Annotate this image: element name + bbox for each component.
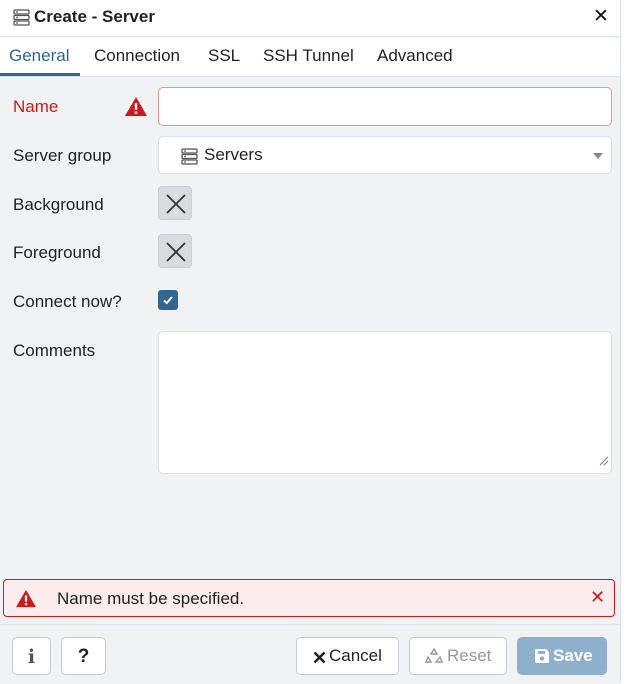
create-server-dialog: Create - Server ✕ General Connection SSL… [0,0,620,684]
info-icon: i [27,646,36,668]
recycle-icon [424,647,444,670]
tab-general[interactable]: General [9,46,69,66]
save-label: Save [553,646,593,665]
check-icon [163,296,173,305]
warning-icon [15,589,37,613]
active-tab-indicator [0,73,80,76]
foreground-color-picker[interactable] [158,234,192,268]
no-color-x-icon [166,194,186,214]
background-label: Background [13,195,104,214]
tab-connection[interactable]: Connection [94,46,180,66]
floppy-disk-icon [534,648,550,669]
error-banner: Name must be specified. ✕ [3,579,615,617]
server-group-label: Server group [13,146,112,165]
foreground-label: Foreground [13,243,101,262]
connect-now-checkbox[interactable] [158,290,178,310]
question-icon: ? [77,646,90,667]
chevron-down-icon[interactable] [593,153,603,159]
close-icon [313,649,326,669]
background-color-picker[interactable] [158,186,192,220]
tab-ssl[interactable]: SSL [208,46,240,66]
server-group-value: Servers [204,145,263,164]
tab-ssh-tunnel[interactable]: SSH Tunnel [263,46,354,66]
server-group-select[interactable]: Servers [158,136,612,174]
reset-label: Reset [447,646,492,665]
name-label: Name [13,97,59,116]
cancel-label: Cancel [329,646,382,665]
dialog-title: Create - Server [34,7,155,26]
tab-bar: General Connection SSL SSH Tunnel Advanc… [0,37,620,77]
close-icon[interactable]: ✕ [593,5,609,27]
comments-textarea[interactable] [158,331,612,474]
resize-grip-icon[interactable] [599,451,609,471]
dialog-titlebar: Create - Server ✕ [0,0,620,37]
dialog-footer: i ? Cancel Reset Save [0,624,620,684]
info-button[interactable]: i [12,637,51,675]
connect-now-label: Connect now? [13,292,122,311]
help-button[interactable]: ? [61,637,106,675]
warning-icon [124,96,148,122]
save-button[interactable]: Save [517,637,607,675]
comments-label: Comments [13,341,96,360]
name-input[interactable] [158,87,612,126]
close-icon[interactable]: ✕ [590,586,605,610]
background-window-edge [620,0,627,683]
cancel-button[interactable]: Cancel [296,637,399,675]
reset-button[interactable]: Reset [409,637,507,675]
tab-advanced[interactable]: Advanced [377,46,453,66]
server-icon [13,9,30,31]
no-color-x-icon [166,242,186,262]
server-icon [181,148,198,170]
error-message: Name must be specified. [57,589,245,608]
